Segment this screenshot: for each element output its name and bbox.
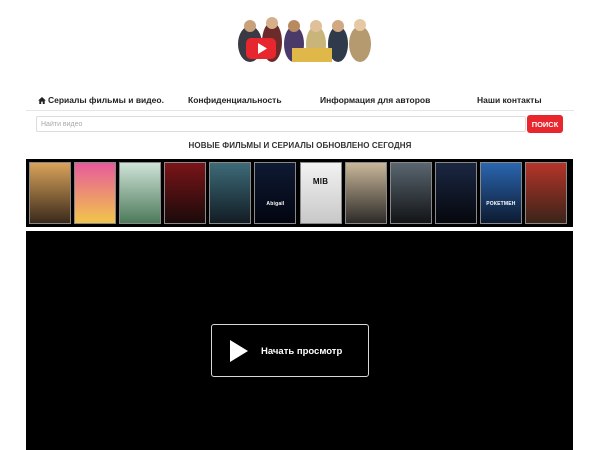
poster[interactable]: [29, 162, 71, 224]
search-bar: ПОИСК: [36, 115, 564, 133]
poster-title: РОКЕТМЕН: [486, 201, 516, 207]
search-button[interactable]: ПОИСК: [527, 115, 563, 133]
poster-title: MIB: [312, 177, 329, 186]
main-nav: Сериалы фильмы и видео. Конфиденциальнос…: [26, 89, 574, 111]
search-input[interactable]: [36, 116, 526, 132]
page-headline: НОВЫЕ ФИЛЬМЫ И СЕРИАЛЫ ОБНОВЛЕНО СЕГОДНЯ: [188, 141, 412, 150]
poster[interactable]: [525, 162, 568, 224]
poster[interactable]: РОКЕТМЕН: [479, 162, 522, 224]
nav-home-label: Сериалы фильмы и видео.: [48, 95, 164, 105]
start-watching-button[interactable]: Начать просмотр: [211, 324, 369, 377]
posters-strip: Abigail MIB РОКЕТМЕН: [26, 159, 573, 227]
poster[interactable]: [209, 162, 252, 224]
poster[interactable]: MIB: [299, 162, 342, 224]
poster[interactable]: [389, 162, 432, 224]
poster[interactable]: [164, 162, 207, 224]
poster-title: Abigail: [266, 201, 285, 207]
start-watching-label: Начать просмотр: [261, 346, 343, 357]
poster[interactable]: Abigail: [254, 162, 297, 224]
home-icon: [38, 97, 46, 104]
play-icon: [230, 340, 248, 362]
logo-collage: [232, 14, 376, 62]
poster[interactable]: [344, 162, 387, 224]
site-logo[interactable]: [232, 14, 376, 62]
poster[interactable]: [119, 162, 162, 224]
poster[interactable]: [434, 162, 477, 224]
youtube-play-icon: [246, 38, 276, 59]
video-player[interactable]: Начать просмотр: [26, 231, 573, 450]
nav-home[interactable]: Сериалы фильмы и видео.: [38, 95, 164, 105]
nav-privacy[interactable]: Конфиденциальность: [188, 95, 282, 105]
nav-contacts[interactable]: Наши контакты: [477, 95, 542, 105]
poster[interactable]: [74, 162, 117, 224]
nav-authors[interactable]: Информация для авторов: [320, 95, 430, 105]
